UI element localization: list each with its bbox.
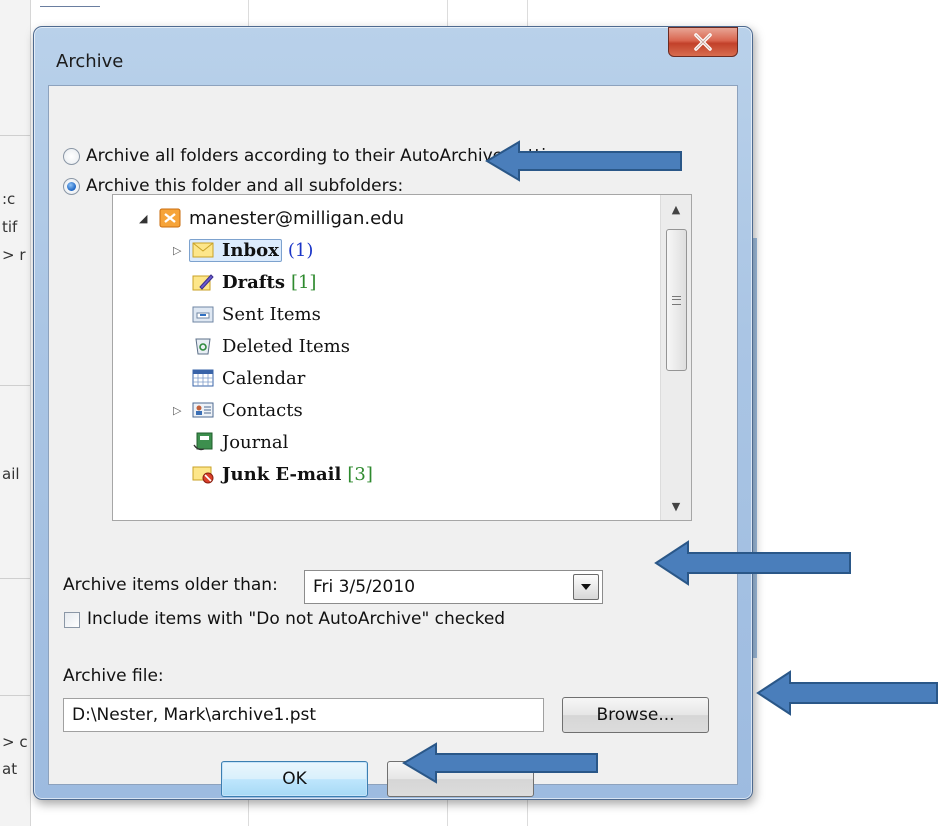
expand-arrow-icon[interactable]: ▷ [173, 404, 181, 417]
background-text: at [2, 760, 18, 778]
annotation-arrow [485, 140, 682, 182]
dialog-body: Archive all folders according to their A… [48, 85, 738, 797]
annotation-arrow [402, 742, 598, 784]
tree-scrollbar[interactable]: ▲ ▼ [660, 195, 691, 520]
tree-item-label: Junk E-mail [222, 463, 342, 485]
tree-item-account[interactable]: ◢ manester@milligan.edu [139, 203, 404, 233]
close-button[interactable] [668, 27, 738, 57]
background-divider [0, 695, 30, 696]
include-checkbox-label: Include items with "Do not AutoArchive" … [87, 609, 506, 629]
annotation-arrow [654, 540, 851, 586]
folder-tree[interactable]: ◢ manester@milligan.edu ▷ Inbox (1) Draf… [112, 194, 692, 521]
radio-button-selected[interactable] [63, 177, 80, 195]
background-text: :c [2, 190, 16, 208]
tree-item-label: Calendar [222, 367, 306, 389]
tree-item-label: Contacts [222, 399, 303, 421]
tree-item-label: Deleted Items [222, 335, 350, 357]
archive-file-field[interactable]: D:\Nester, Mark\archive1.pst [63, 698, 544, 732]
older-than-label: Archive items older than: [63, 575, 278, 595]
tree-item-junk-email[interactable]: Junk E-mail [3] [192, 459, 373, 489]
background-pane [0, 0, 31, 826]
include-checkbox[interactable] [64, 612, 80, 628]
date-dropdown-button[interactable] [573, 574, 599, 600]
browse-button[interactable]: Browse... [562, 697, 709, 733]
chevron-down-icon [581, 584, 591, 590]
expand-arrow-icon[interactable]: ▷ [173, 244, 181, 257]
dialog-title: Archive [56, 51, 124, 72]
background-text: > c [2, 733, 28, 751]
sent-items-icon [192, 304, 214, 324]
tree-item-journal[interactable]: Journal [192, 427, 288, 457]
exchange-account-icon [159, 208, 181, 228]
tree-item-label: Inbox [222, 239, 279, 261]
radio-archive-this-label: Archive this folder and all subfolders: [86, 176, 404, 196]
item-count: [3] [347, 463, 373, 485]
tree-item-label: Sent Items [222, 303, 321, 325]
background-divider [0, 385, 30, 386]
scroll-up-arrow-icon[interactable]: ▲ [661, 195, 691, 223]
journal-icon [192, 432, 214, 452]
scroll-thumb[interactable] [666, 229, 687, 371]
inbox-icon [192, 240, 214, 260]
tree-item-drafts[interactable]: Drafts [1] [192, 267, 316, 297]
deleted-items-icon [192, 336, 214, 356]
archive-file-value: D:\Nester, Mark\archive1.pst [72, 705, 317, 725]
scroll-down-arrow-icon[interactable]: ▼ [661, 492, 691, 520]
tree-item-label: Drafts [222, 271, 285, 293]
archive-file-label: Archive file: [63, 666, 164, 686]
older-than-date-picker[interactable]: Fri 3/5/2010 [304, 570, 603, 604]
background-text: tif [2, 218, 18, 236]
background-link [40, 0, 100, 7]
tree-item-calendar[interactable]: Calendar [192, 363, 305, 393]
annotation-arrow [756, 670, 938, 716]
ok-button[interactable]: OK [221, 761, 368, 797]
tree-item-contacts[interactable]: ▷ Contacts [173, 395, 303, 425]
older-than-date-value: Fri 3/5/2010 [313, 577, 416, 597]
unread-count: (1) [287, 239, 314, 261]
junk-email-icon [192, 464, 214, 484]
tree-item-deleted-items[interactable]: Deleted Items [192, 331, 350, 361]
tree-selection: Inbox [189, 238, 282, 262]
grip-icon [672, 295, 681, 305]
background-text: ail [2, 465, 20, 483]
contacts-icon [192, 400, 214, 420]
drafts-icon [192, 272, 214, 292]
background-divider [0, 578, 30, 579]
tree-item-sent-items[interactable]: Sent Items [192, 299, 321, 329]
radio-button[interactable] [63, 147, 80, 165]
background-text: > r [2, 246, 26, 264]
tree-item-label: manester@milligan.edu [189, 207, 404, 229]
collapse-arrow-icon[interactable]: ◢ [139, 212, 147, 225]
calendar-icon [192, 368, 214, 388]
tree-item-label: Journal [222, 431, 289, 453]
radio-archive-this[interactable]: Archive this folder and all subfolders: [63, 176, 403, 196]
background-divider [0, 135, 30, 136]
tree-item-inbox[interactable]: ▷ Inbox (1) [173, 235, 313, 265]
close-icon [694, 33, 712, 51]
item-count: [1] [290, 271, 317, 293]
